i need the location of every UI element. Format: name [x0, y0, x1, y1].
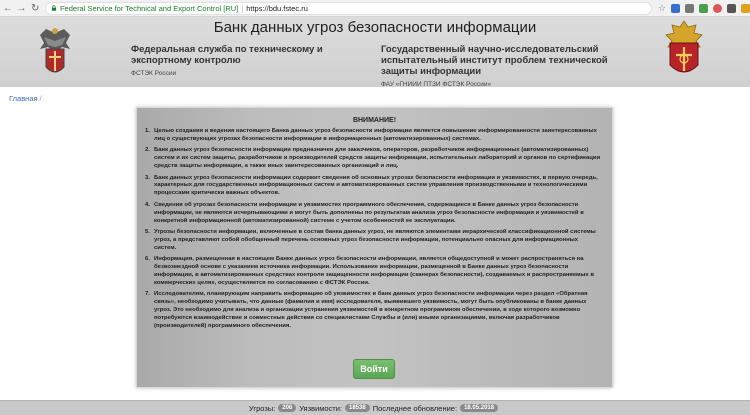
notice-item-number: 2.: [145, 147, 150, 154]
notice-item-4: 4. Сведения об угрозах безопасности инфор…: [145, 202, 601, 226]
reload-icon[interactable]: ↻: [29, 1, 41, 15]
gniii-org-block: Государственный научно-исследовательский…: [381, 44, 631, 88]
forward-arrow-icon[interactable]: →: [16, 1, 28, 15]
notice-item-number: 6.: [145, 256, 150, 263]
notice-item-1: 1. Целью создания и ведения настоящего Ба…: [145, 128, 601, 144]
gniii-org-name: Государственный научно-исследовательский…: [381, 44, 608, 77]
notice-item-number: 3.: [145, 174, 150, 181]
stats-footer: Угрозы: 206 Уязвимости: 18538 Последнее …: [0, 400, 750, 415]
site-header: Банк данных угроз безопасности информаци…: [0, 17, 750, 88]
notice-item-5: 5. Угрозы безопасности информации, включе…: [145, 229, 601, 253]
notice-item-text: Банк данных угроз безопасности информаци…: [154, 174, 598, 197]
extension-icon-gray[interactable]: [685, 3, 695, 13]
notice-item-number: 4.: [145, 201, 150, 208]
gniii-emblem-icon[interactable]: [662, 19, 706, 81]
fstec-emblem-icon[interactable]: [36, 23, 74, 81]
url-text: https://bdu.fstec.ru: [246, 3, 308, 13]
site-identity-label: Federal Service for Technical and Export…: [59, 3, 239, 13]
notice-item-6: 6. Информация, размещенная в настоящем Ба…: [145, 256, 601, 288]
breadcrumb-home-link[interactable]: Главная: [9, 94, 38, 103]
notice-title: ВНИМАНИЕ!: [352, 117, 397, 124]
updated-label: Последнее обновление:: [372, 403, 458, 413]
vulns-count-badge: 18538: [345, 404, 370, 412]
notice-item-2: 2. Банк данных угроз безопасности информа…: [145, 147, 601, 171]
lock-icon: [51, 5, 57, 11]
fstec-org-name: Федеральная служба по техническому и экс…: [131, 44, 323, 66]
threats-label: Угрозы:: [248, 403, 276, 413]
address-bar[interactable]: Federal Service for Technical and Export…: [44, 1, 652, 15]
notice-item-text: Исследователям, планирующим направить ин…: [154, 291, 588, 329]
notice-item-text: Информация, размещенная в настоящем Банк…: [154, 256, 594, 286]
notice-list: 1. Целью создания и ведения настоящего Ба…: [145, 128, 601, 334]
back-arrow-icon[interactable]: ←: [2, 1, 14, 15]
notice-item-text: Сведения об угрозах безопасности информа…: [154, 201, 584, 224]
extension-icon-dark[interactable]: [727, 3, 737, 13]
threats-count-badge: 206: [278, 404, 297, 412]
notice-item-text: Банк данных угроз безопасности информаци…: [154, 147, 601, 170]
notice-item-number: 5.: [145, 228, 150, 235]
fstec-org-block: Федеральная служба по техническому и экс…: [131, 44, 371, 77]
notice-item-7: 7. Исследователям, планирующим направить …: [145, 291, 601, 331]
login-button[interactable]: Войти: [353, 359, 395, 379]
updated-date-badge: 18.05.2018: [460, 404, 499, 412]
notice-item-text: Целью создания и ведения настоящего Банк…: [154, 128, 597, 142]
browser-toolbar: ← → ↻ Federal Service for Technical and …: [0, 0, 750, 17]
extension-icon-red[interactable]: [713, 3, 723, 13]
notice-item-number: 7.: [145, 291, 150, 298]
notice-panel: ВНИМАНИЕ! 1. Целью создания и ведения нас…: [136, 107, 613, 388]
page-title: Банк данных угроз безопасности информаци…: [213, 19, 537, 36]
url-separator: |: [241, 3, 244, 13]
bookmark-star-icon[interactable]: ☆: [658, 3, 666, 14]
extension-icon-orange[interactable]: [741, 3, 750, 13]
extensions-area: ☆: [658, 3, 750, 14]
notice-item-number: 1.: [145, 128, 150, 134]
notice-item-3: 3. Банк данных угроз безопасности информа…: [145, 175, 601, 199]
breadcrumb: Главная /: [9, 94, 42, 103]
extension-icon-green[interactable]: [699, 3, 709, 13]
fstec-org-abbr: ФСТЭК России: [131, 70, 177, 77]
vulns-label: Уязвимости:: [299, 403, 342, 413]
breadcrumb-separator: /: [39, 94, 42, 103]
extension-icon-blue[interactable]: [671, 3, 681, 13]
notice-item-text: Угрозы безопасности информации, включенн…: [154, 228, 596, 251]
gniii-org-abbr: ФАУ «ГНИИИ ПТЗИ ФСТЭК России»: [381, 81, 492, 88]
